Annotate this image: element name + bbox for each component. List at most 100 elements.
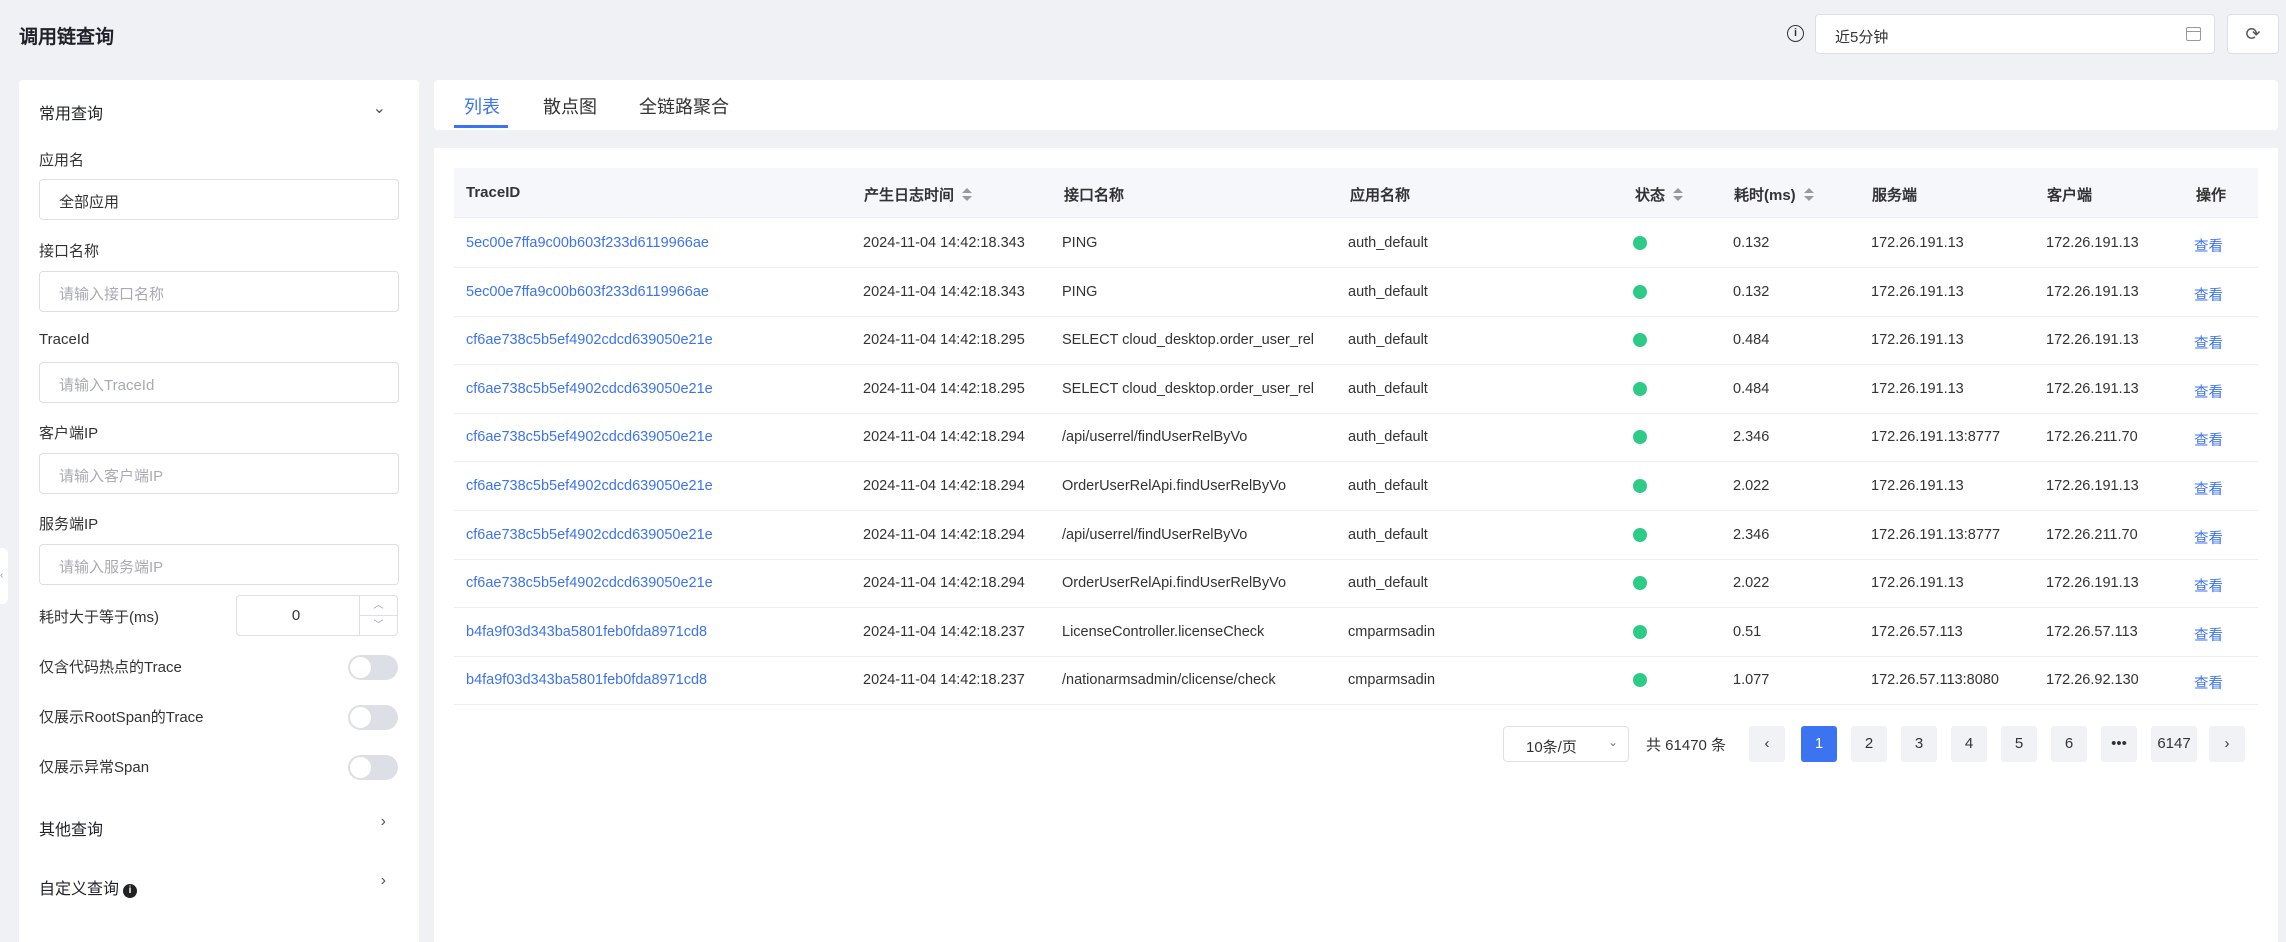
app-name: auth_default — [1348, 478, 1428, 494]
trace-table-card: TraceID 产生日志时间 接口名称 应用名称 状态 耗时(ms) 服务端 客… — [434, 148, 2278, 942]
common-query-header[interactable]: 常用查询 — [39, 100, 103, 124]
sidebar-collapse-handle[interactable]: ‹ — [0, 548, 8, 604]
traceid-link[interactable]: b4fa9f03d343ba5801feb0fda8971cd8 — [466, 624, 707, 640]
log-time: 2024-11-04 14:42:18.343 — [863, 235, 1025, 251]
view-link[interactable]: 查看 — [2194, 672, 2223, 693]
view-link[interactable]: 查看 — [2194, 429, 2223, 450]
next-page-button[interactable]: › — [2209, 726, 2245, 762]
table-row: b4fa9f03d343ba5801feb0fda8971cd8 2024-11-… — [454, 608, 2258, 657]
tab-bar: 列表 散点图 全链路聚合 — [434, 80, 2278, 130]
view-link[interactable]: 查看 — [2194, 332, 2223, 353]
traceid-link[interactable]: b4fa9f03d343ba5801feb0fda8971cd8 — [466, 672, 707, 688]
traceid-link[interactable]: 5ec00e7ffa9c00b603f233d6119966ae — [466, 235, 709, 251]
traceid-label: TraceId — [39, 331, 90, 348]
rootspan-trace-toggle[interactable] — [348, 705, 398, 730]
server-address: 172.26.191.13:8777 — [1871, 429, 2001, 446]
sort-icon[interactable] — [962, 188, 973, 202]
active-tab-indicator — [454, 125, 508, 128]
chevron-right-icon[interactable]: › — [381, 813, 386, 831]
tab-list[interactable]: 列表 — [464, 93, 500, 119]
col-duration-label: 耗时(ms) — [1734, 187, 1796, 204]
view-link[interactable]: 查看 — [2194, 575, 2223, 596]
server-ip-input[interactable]: 请输入服务端IP — [39, 544, 399, 585]
client-address: 172.26.191.13 — [2046, 235, 2139, 251]
api-name-placeholder: 请输入接口名称 — [59, 286, 165, 303]
traceid-link[interactable]: cf6ae738c5b5ef4902cdcd639050e21e — [466, 478, 713, 494]
app-name-select[interactable]: 全部应用 ⌄ — [39, 179, 399, 220]
client-address: 172.26.191.13 — [2046, 380, 2139, 397]
page-button[interactable]: 4 — [1951, 726, 1987, 762]
col-duration[interactable]: 耗时(ms) — [1734, 184, 1814, 205]
view-link[interactable]: 查看 — [2194, 478, 2223, 499]
duration-ms: 1.077 — [1733, 672, 1770, 689]
server-ip-label: 服务端IP — [39, 516, 99, 533]
time-range-picker[interactable]: 近5分钟 — [1815, 14, 2215, 54]
traceid-link[interactable]: 5ec00e7ffa9c00b603f233d6119966ae — [466, 284, 709, 300]
server-address: 172.26.191.13 — [1871, 478, 1964, 494]
duration-ms: 2.346 — [1733, 429, 1770, 446]
log-time: 2024-11-04 14:42:18.294 — [863, 575, 1025, 592]
other-query-header[interactable]: 其他查询 — [39, 816, 103, 840]
api-name: PING — [1062, 283, 1098, 300]
status-ok-icon — [1633, 479, 1647, 493]
top-bar: 调用链查询 i 近5分钟 ⟳ — [0, 0, 2286, 72]
chevron-down-icon: ⌄ — [1607, 735, 1618, 749]
status-ok-icon — [1633, 430, 1647, 445]
client-ip-input[interactable]: 请输入客户端IP — [39, 453, 399, 494]
page-size-select[interactable]: 10条/页 ⌄ — [1503, 726, 1629, 762]
duration-ms: 0.132 — [1733, 235, 1770, 251]
increment-icon[interactable]: ︿ — [359, 596, 397, 616]
api-name-input[interactable]: 请输入接口名称 — [39, 271, 399, 312]
view-link[interactable]: 查看 — [2194, 527, 2223, 548]
col-status-label: 状态 — [1635, 187, 1666, 204]
tab-scatter[interactable]: 散点图 — [543, 93, 597, 119]
traceid-link[interactable]: cf6ae738c5b5ef4902cdcd639050e21e — [466, 575, 713, 591]
app-name: cmparmsadin — [1348, 623, 1436, 640]
hotspot-trace-toggle[interactable] — [348, 655, 398, 680]
more-pages-button[interactable]: ••• — [2101, 726, 2137, 762]
traceid-link[interactable]: cf6ae738c5b5ef4902cdcd639050e21e — [466, 332, 713, 348]
refresh-button[interactable]: ⟳ — [2227, 14, 2279, 54]
view-link[interactable]: 查看 — [2194, 284, 2223, 305]
status-ok-icon — [1633, 527, 1647, 542]
traceid-link[interactable]: cf6ae738c5b5ef4902cdcd639050e21e — [466, 429, 713, 445]
status-ok-icon — [1633, 381, 1647, 396]
custom-query-header[interactable]: 自定义查询 i — [39, 875, 138, 899]
chevron-down-icon[interactable]: ⌄ — [373, 98, 386, 118]
duration-stepper[interactable]: 0 ︿ ﹀ — [236, 595, 398, 636]
col-time[interactable]: 产生日志时间 — [864, 184, 973, 205]
client-address: 172.26.57.113 — [2046, 623, 2138, 640]
api-name: LicenseController.licenseCheck — [1062, 623, 1265, 640]
api-name: /nationarmsadmin/clicense/check — [1062, 672, 1276, 689]
error-span-toggle[interactable] — [348, 755, 398, 780]
sort-icon[interactable] — [1673, 188, 1684, 202]
tab-full-link-aggregate[interactable]: 全链路聚合 — [639, 93, 729, 119]
info-icon[interactable]: i — [123, 884, 138, 898]
page-button[interactable]: 6 — [2051, 726, 2087, 762]
view-link[interactable]: 查看 — [2194, 381, 2223, 402]
col-status[interactable]: 状态 — [1635, 184, 1684, 205]
prev-page-button[interactable]: ‹ — [1749, 726, 1785, 762]
chevron-right-icon[interactable]: › — [381, 872, 386, 890]
page-button[interactable]: 3 — [1901, 726, 1937, 762]
api-name: /api/userrel/findUserRelByVo — [1062, 429, 1248, 446]
log-time: 2024-11-04 14:42:18.237 — [863, 623, 1025, 640]
page-button[interactable]: 1 — [1801, 726, 1837, 762]
api-name: /api/userrel/findUserRelByVo — [1062, 526, 1248, 543]
sort-icon[interactable] — [1803, 188, 1814, 202]
traceid-link[interactable]: cf6ae738c5b5ef4902cdcd639050e21e — [466, 527, 713, 543]
page-button[interactable]: 2 — [1851, 726, 1887, 762]
app-name: auth_default — [1348, 429, 1428, 446]
page-button[interactable]: 6147 — [2151, 726, 2197, 762]
error-span-label: 仅展示异常Span — [39, 759, 150, 776]
col-app: 应用名称 — [1350, 187, 1411, 204]
traceid-input[interactable]: 请输入TraceId — [39, 362, 399, 403]
view-link[interactable]: 查看 — [2194, 235, 2223, 256]
page-button[interactable]: 5 — [2001, 726, 2037, 762]
app-name: auth_default — [1348, 332, 1428, 349]
decrement-icon[interactable]: ﹀ — [359, 616, 397, 636]
info-icon[interactable]: i — [1787, 25, 1804, 42]
view-link[interactable]: 查看 — [2194, 624, 2223, 645]
api-name: PING — [1062, 235, 1098, 251]
traceid-link[interactable]: cf6ae738c5b5ef4902cdcd639050e21e — [466, 381, 713, 397]
